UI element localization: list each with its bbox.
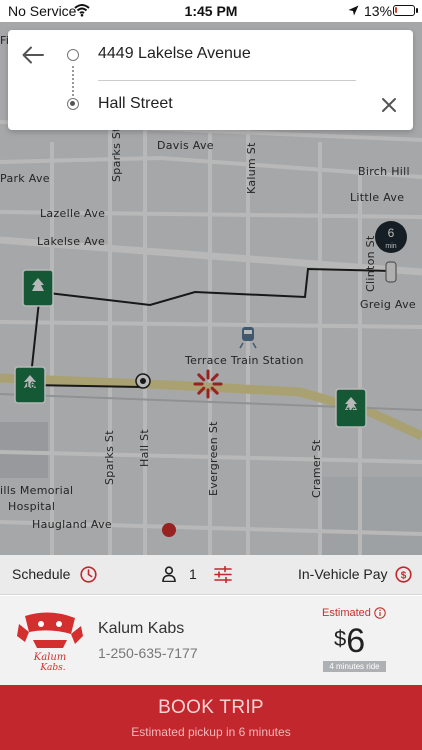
battery-tip [416,8,418,13]
field-divider [98,80,356,81]
schedule-button[interactable]: Schedule [12,566,70,582]
location-arrow-icon [348,5,359,16]
map-label: Kalum St [245,142,258,194]
logo-text: Kalum [33,652,67,663]
fare-amount: 6 [346,622,366,660]
person-icon [162,566,176,582]
provider-phone[interactable]: 1-250-635-7177 [98,645,198,661]
clock-icon[interactable] [80,566,97,583]
destination-field[interactable]: Hall Street [98,95,173,113]
ride-duration-badge: 4 minutes ride [323,661,386,672]
map-label: Little Ave [350,191,405,204]
fare-price: $6 [334,622,365,661]
eta-badge-value: 6 [388,226,395,240]
sliders-icon[interactable] [214,566,232,583]
map-label: Lazelle Ave [40,207,106,220]
highway-shield-number: 16 [25,380,35,390]
map-label: Hospital [8,500,56,513]
fare-currency: $ [334,626,347,651]
payment-method[interactable]: In-Vehicle Pay [298,566,388,582]
logo-text: Kabs. [39,663,65,672]
destination-marker-icon[interactable] [135,373,151,389]
origin-dot-icon [67,49,79,61]
map-block-park [322,477,422,555]
highway-shield-icon [22,269,54,307]
clear-icon[interactable] [380,96,398,114]
status-bar: No Service 1:45 PM 13% [0,0,422,22]
map-label: Davis Ave [157,139,214,152]
info-icon[interactable] [374,607,386,619]
map-label: Evergreen St [207,421,220,496]
dollar-circle-icon[interactable]: $ [395,566,412,583]
book-trip-button[interactable]: BOOK TRIP Estimated pickup in 6 minutes [0,685,422,750]
back-arrow-icon[interactable] [22,46,44,64]
map-label: ills Memorial [0,484,74,497]
provider-card[interactable]: Kalum Kabs. Kalum Kabs 1-250-635-7177 Es… [0,596,422,685]
map-label: Sparks St [103,430,116,485]
book-trip-subtitle: Estimated pickup in 6 minutes [131,725,291,739]
map-label: Birch Hill [358,165,410,178]
highway-shield-number: 16 [346,406,356,416]
map-label: Haugland Ave [32,518,112,531]
battery-percent: 13% [364,3,393,19]
trip-options-bar: Schedule 1 In-Vehicle Pay $ [0,555,422,595]
map-label: Clinton St [364,235,377,292]
user-location-dot [162,523,176,537]
destination-dot-icon [67,98,79,110]
battery-charging-icon [393,5,415,16]
vehicle-marker-icon[interactable] [385,261,397,283]
map-label: Terrace Train Station [185,354,304,367]
map-label: Sparks St [110,127,123,182]
origin-field[interactable]: 4449 Lakelse Avenue [98,45,251,63]
map-label: Park Ave [0,172,50,185]
book-trip-label: BOOK TRIP [158,697,264,718]
passenger-count[interactable]: 1 [189,566,197,582]
provider-name: Kalum Kabs [98,620,185,637]
kalum-kabs-logo: Kalum Kabs. [17,612,83,672]
map-label: Hall St [138,428,151,467]
map-block-hospital [0,422,48,478]
eta-badge-unit: min [385,243,396,250]
route-connector [72,66,74,96]
map-label: Greig Ave [360,298,416,311]
map-label: Cramer St [310,439,323,498]
svg-text:$: $ [401,570,407,581]
route-search-card: 4449 Lakelse Avenue Hall Street [8,30,413,130]
map-label: Lakelse Ave [37,235,106,248]
estimated-label: Estimated [322,607,371,619]
